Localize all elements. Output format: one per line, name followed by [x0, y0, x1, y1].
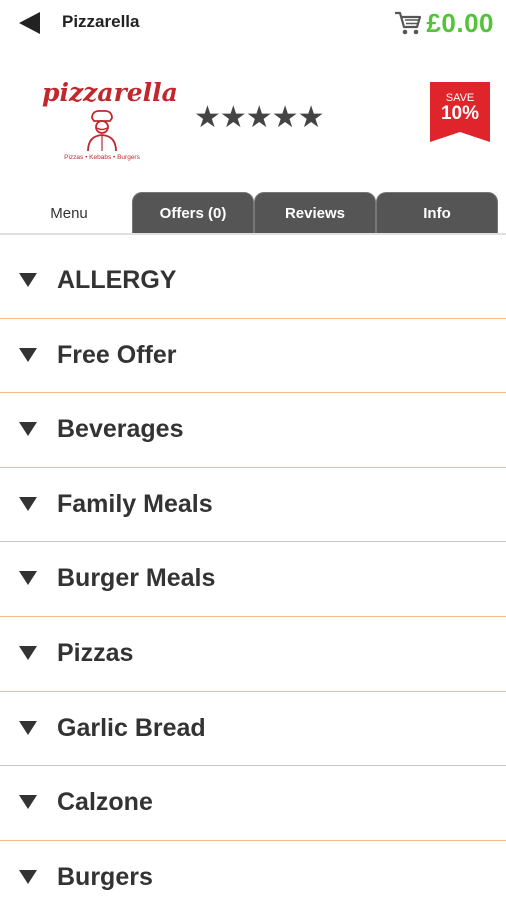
app-title: Pizzarella: [62, 12, 140, 31]
menu-category-label: ALLERGY: [57, 266, 177, 294]
menu-category-free-offer[interactable]: Free Offer: [0, 319, 506, 394]
cart-button[interactable]: £0.00: [394, 4, 494, 42]
caret-down-icon: [18, 869, 38, 885]
caret-down-icon: [18, 347, 38, 363]
menu-category-label: Burgers: [57, 862, 153, 891]
save-badge: SAVE 10%: [430, 82, 490, 142]
save-badge-value: 10%: [440, 103, 480, 124]
rating-stars: ★★★★★: [194, 101, 324, 134]
caret-down-icon: [18, 720, 38, 736]
logo-tagline: Pizzas • Kebabs • Burgers: [64, 154, 140, 161]
menu-category-label: Calzone: [57, 788, 153, 817]
menu-category-label: Garlic Bread: [57, 713, 206, 742]
caret-down-icon: [18, 496, 38, 512]
menu-category-allergy[interactable]: ALLERGY: [0, 244, 506, 319]
menu-category-beverages[interactable]: Beverages: [0, 393, 506, 468]
menu-category-label: Family Meals: [57, 489, 213, 518]
menu-category-family-meals[interactable]: Family Meals: [0, 468, 506, 543]
tab-menu[interactable]: Menu: [8, 192, 130, 234]
caret-down-icon: [18, 645, 38, 661]
menu-category-label: Burger Meals: [57, 564, 216, 593]
menu-category-garlic-bread[interactable]: Garlic Bread: [0, 692, 506, 767]
tab-info[interactable]: Info: [376, 192, 498, 234]
menu-category-label: Pizzas: [57, 638, 134, 667]
back-arrow-icon[interactable]: [16, 9, 46, 37]
restaurant-header: pizzarella Pizzas • Kebabs • Burgers ★★★…: [0, 70, 506, 170]
chef-icon: [87, 109, 117, 152]
menu-category-burger-meals[interactable]: Burger Meals: [0, 542, 506, 617]
menu-category-label: Free Offer: [57, 340, 177, 369]
menu-category-label: Beverages: [57, 415, 184, 444]
caret-down-icon: [18, 794, 38, 810]
logo-wordmark: pizzarella: [42, 78, 178, 107]
caret-down-icon: [18, 421, 38, 437]
restaurant-logo: pizzarella Pizzas • Kebabs • Burgers: [42, 78, 178, 166]
tab-offers[interactable]: Offers (0): [132, 192, 254, 234]
tab-reviews[interactable]: Reviews: [254, 192, 376, 234]
menu-category-list: ALLERGY Free Offer Beverages Family Meal…: [0, 244, 506, 900]
menu-category-calzone[interactable]: Calzone: [0, 766, 506, 841]
cart-icon: [394, 10, 422, 36]
caret-down-icon: [18, 272, 38, 288]
caret-down-icon: [18, 570, 38, 586]
menu-category-pizzas[interactable]: Pizzas: [0, 617, 506, 692]
cart-total: £0.00: [426, 7, 494, 38]
top-bar: Pizzarella £0.00: [0, 0, 506, 48]
tab-divider: [0, 233, 506, 235]
menu-category-burgers[interactable]: Burgers: [0, 841, 506, 900]
tab-bar: Menu Offers (0) Reviews Info: [0, 192, 506, 234]
